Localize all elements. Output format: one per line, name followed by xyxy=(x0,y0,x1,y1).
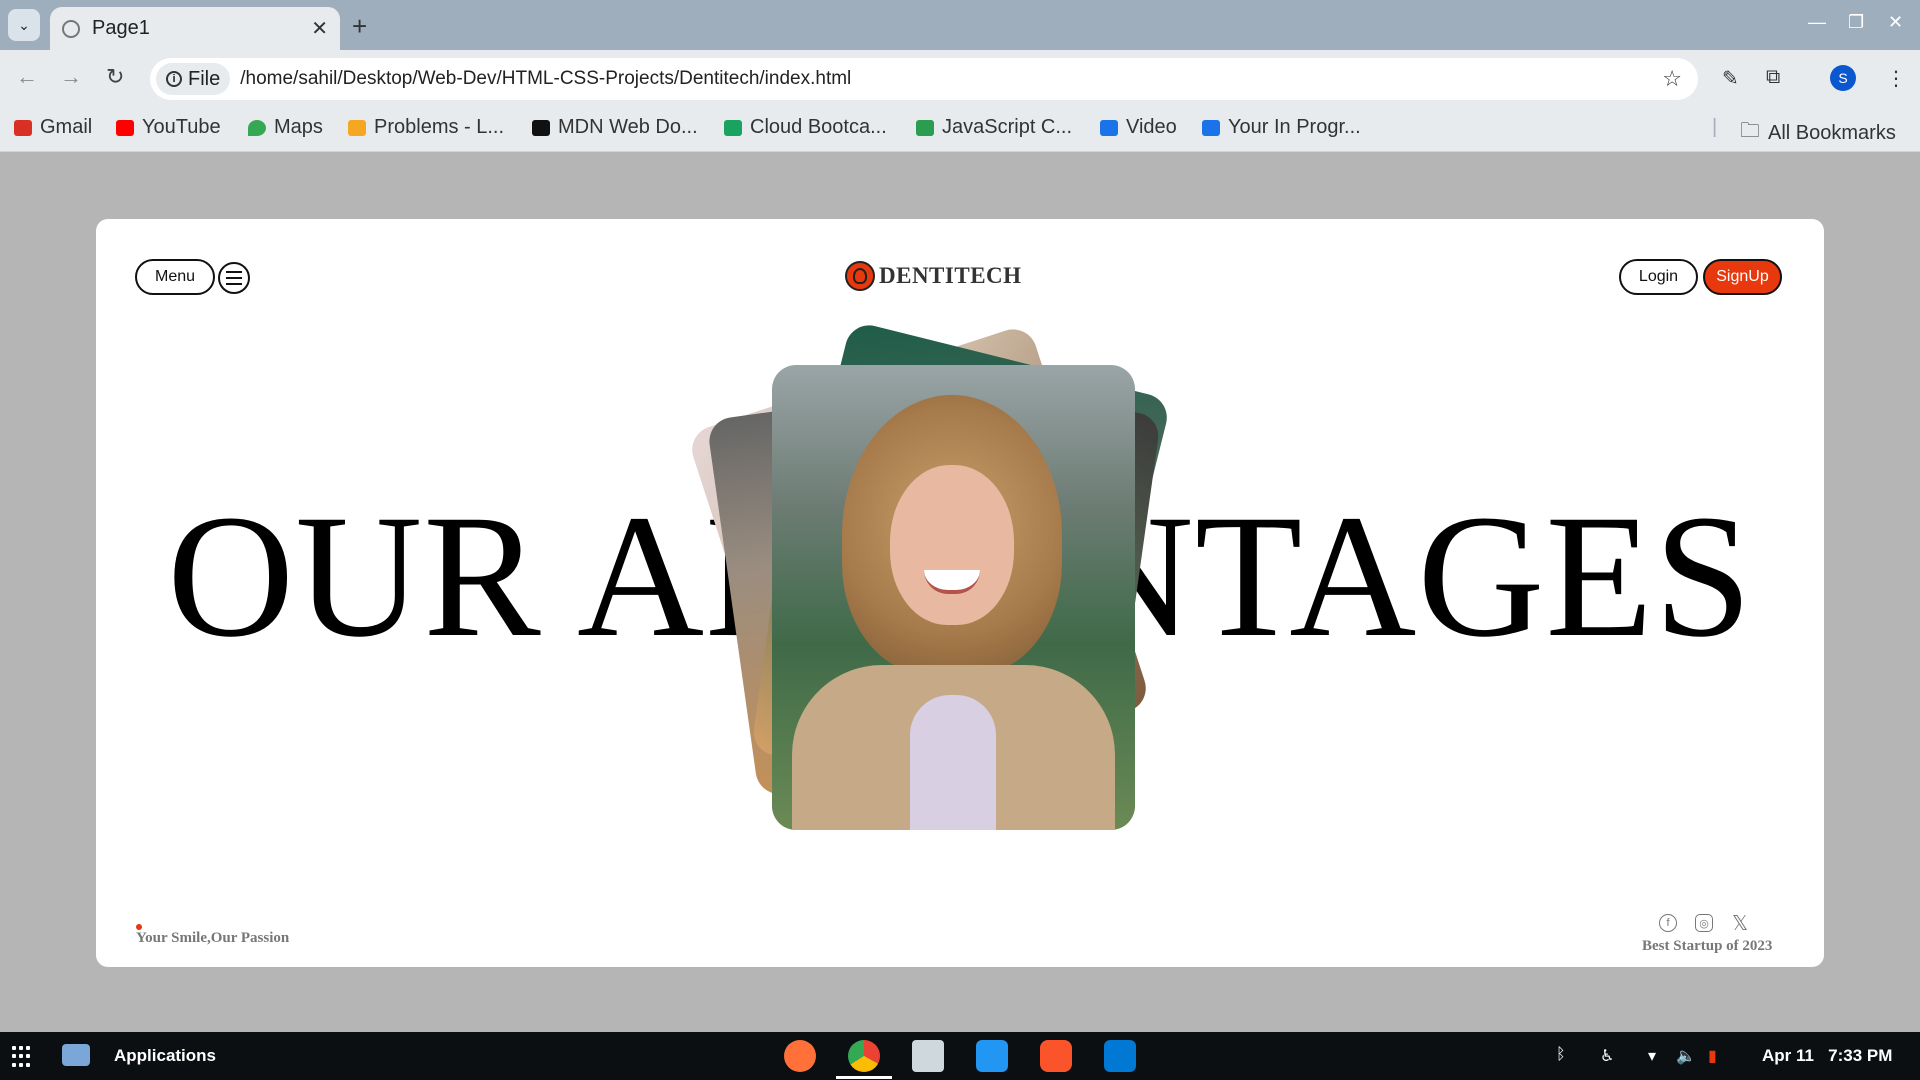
bookmark-problems[interactable]: Problems - L... xyxy=(348,116,504,139)
bookmark-star-icon[interactable]: ☆ xyxy=(1662,66,1682,92)
bluetooth-icon[interactable]: ᛒ xyxy=(1556,1046,1566,1064)
browser-toolbar: ← → ↻ i File /home/sahil/Desktop/Web-Dev… xyxy=(0,50,1920,108)
bookmarks-bar: Gmail YouTube Maps Problems - L... MDN W… xyxy=(0,108,1920,152)
hamburger-icon[interactable] xyxy=(218,262,250,294)
firefox-icon[interactable] xyxy=(784,1040,816,1072)
tab-close-icon[interactable]: ✕ xyxy=(311,16,328,41)
tab-title: Page1 xyxy=(92,17,150,39)
more-menu-icon[interactable]: ⋮ xyxy=(1886,66,1906,91)
new-tab-icon[interactable]: + xyxy=(352,11,367,42)
facebook-icon[interactable]: f xyxy=(1659,914,1677,932)
workspace-icon[interactable] xyxy=(62,1044,90,1066)
bookmark-javascript[interactable]: JavaScript C... xyxy=(916,116,1072,139)
bookmark-youtube[interactable]: YouTube xyxy=(116,116,221,139)
browser-tab-bar: ⌄ Page1 ✕ + — ❐ ✕ xyxy=(0,0,1920,50)
video-icon xyxy=(1100,119,1118,136)
bookmark-in-progress[interactable]: Your In Progr... xyxy=(1202,116,1361,139)
tagline: Your Smile,Our Passion xyxy=(136,930,290,946)
site-info-label: File xyxy=(188,67,221,90)
brave-icon[interactable] xyxy=(1040,1040,1072,1072)
bookmarks-divider: | xyxy=(1712,116,1718,138)
forward-icon[interactable]: → xyxy=(60,64,82,90)
software-store-icon[interactable] xyxy=(976,1040,1008,1072)
cloud-bootcamp-icon xyxy=(724,119,742,136)
login-button[interactable]: Login xyxy=(1619,259,1698,295)
os-taskbar: Applications ᛒ ♿ ▾ 🔈 ▮ Apr 11 7:33 PM xyxy=(0,1032,1920,1080)
bookmark-gmail[interactable]: Gmail xyxy=(14,116,92,139)
tab-search-dropdown-icon[interactable]: ⌄ xyxy=(8,9,40,41)
folder-icon: 🗀 xyxy=(1740,120,1760,142)
time: 7:33 PM xyxy=(1828,1046,1893,1065)
smiling-woman-photo xyxy=(772,365,1135,830)
bookmark-maps[interactable]: Maps xyxy=(248,116,323,139)
award-text: Best Startup of 2023 xyxy=(1642,938,1773,954)
date: Apr 11 xyxy=(1762,1046,1814,1065)
volume-icon[interactable]: 🔈 xyxy=(1676,1046,1696,1066)
files-icon[interactable] xyxy=(912,1040,944,1072)
vscode-icon[interactable] xyxy=(1104,1040,1136,1072)
site-info-chip[interactable]: i File xyxy=(156,63,231,95)
active-app-indicator xyxy=(836,1076,892,1079)
bookmark-video[interactable]: Video xyxy=(1100,116,1177,139)
address-bar[interactable]: i File /home/sahil/Desktop/Web-Dev/HTML-… xyxy=(150,58,1698,100)
brand-name: DENTITECH xyxy=(879,263,1022,288)
app-grid-icon[interactable] xyxy=(12,1046,34,1068)
url-text[interactable]: /home/sahil/Desktop/Web-Dev/HTML-CSS-Pro… xyxy=(240,68,851,90)
restore-icon[interactable]: ❐ xyxy=(1848,12,1864,33)
x-twitter-icon[interactable]: 𝕏 xyxy=(1731,913,1749,935)
leetcode-icon xyxy=(348,119,366,136)
instagram-icon[interactable]: ◎ xyxy=(1695,914,1713,932)
javascript-course-icon xyxy=(916,119,934,136)
applications-menu[interactable]: Applications xyxy=(114,1046,216,1066)
youtube-icon xyxy=(116,119,134,136)
profile-avatar[interactable]: S xyxy=(1830,65,1856,91)
bookmark-mdn[interactable]: MDN Web Do... xyxy=(532,116,698,139)
reload-icon[interactable]: ↻ xyxy=(106,64,124,90)
chrome-icon[interactable] xyxy=(848,1040,880,1072)
extensions-icon[interactable]: ⧉ xyxy=(1766,66,1780,89)
menu-button[interactable]: Menu xyxy=(135,259,215,295)
bookmark-cloud-bootcamp[interactable]: Cloud Bootca... xyxy=(724,116,887,139)
info-icon: i xyxy=(166,71,182,87)
tooth-logo-icon xyxy=(845,261,875,291)
close-window-icon[interactable]: ✕ xyxy=(1888,12,1903,33)
clock[interactable]: Apr 11 7:33 PM xyxy=(1762,1046,1892,1066)
signup-button[interactable]: SignUp xyxy=(1703,259,1782,295)
mdn-icon xyxy=(532,119,550,136)
social-links: f ◎ 𝕏 xyxy=(1659,913,1749,935)
pen-icon[interactable]: ✎ xyxy=(1722,66,1739,91)
brand-logo[interactable]: DENTITECH xyxy=(845,261,1022,291)
page-viewport: Menu DENTITECH Login SignUp OUR ADVANTAG… xyxy=(0,152,1920,1032)
video-icon xyxy=(1202,119,1220,136)
all-bookmarks[interactable]: 🗀 All Bookmarks xyxy=(1740,116,1896,150)
accessibility-icon[interactable]: ♿ xyxy=(1600,1046,1614,1066)
minimize-icon[interactable]: — xyxy=(1808,12,1826,33)
maps-icon xyxy=(248,119,266,136)
back-icon[interactable]: ← xyxy=(16,64,38,90)
gmail-icon xyxy=(14,119,32,136)
hero-card: Menu DENTITECH Login SignUp OUR ADVANTAG… xyxy=(96,219,1824,967)
wifi-icon[interactable]: ▾ xyxy=(1648,1046,1656,1066)
tab-favicon-icon xyxy=(62,19,80,38)
battery-icon[interactable]: ▮ xyxy=(1708,1046,1717,1066)
photo-stack xyxy=(676,299,1196,859)
browser-tab[interactable]: Page1 ✕ xyxy=(50,7,340,50)
